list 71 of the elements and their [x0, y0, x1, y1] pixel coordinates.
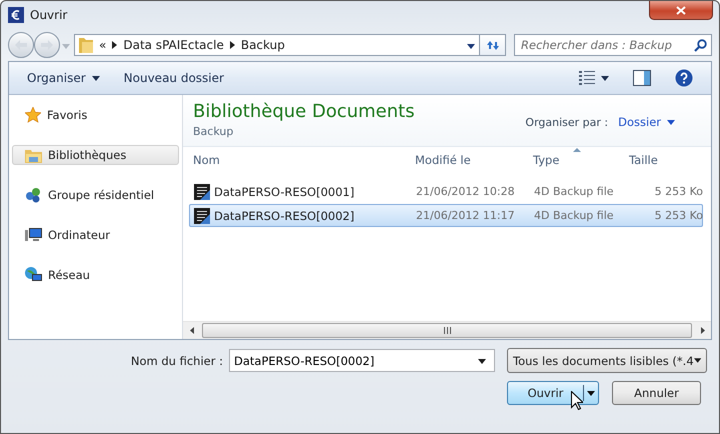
euro-app-icon: [8, 7, 24, 23]
folder-icon: [79, 37, 93, 53]
column-header[interactable]: Nom: [189, 147, 411, 172]
table-cell-text: 5 253 Ko: [654, 185, 704, 198]
column-header[interactable]: Modifié le: [411, 147, 529, 172]
history-caret-icon: [62, 44, 70, 48]
star-icon: [25, 107, 41, 123]
column-header[interactable]: Type: [529, 147, 625, 172]
dialog-button[interactable]: Annuler: [612, 381, 701, 405]
preview-pane-icon: [633, 70, 651, 86]
sidebar-item[interactable]: Ordinateur: [12, 225, 179, 245]
sidebar-item[interactable]: Réseau: [12, 265, 179, 285]
folder-icon: [25, 148, 42, 162]
file-name: DataPERSO-RESO[0002]: [214, 208, 354, 222]
dropdown-caret-icon: [478, 359, 486, 364]
homegroup-icon: [25, 187, 42, 203]
left-arrow-icon: [190, 327, 194, 334]
scroll-thumb[interactable]: [202, 323, 692, 338]
close-button[interactable]: [649, 1, 713, 20]
toolbar-button[interactable]: Organiser: [19, 67, 108, 89]
address-bar[interactable]: « Data sPAIEctacle Backup: [74, 34, 480, 56]
forward-button[interactable]: [34, 32, 60, 58]
caret-icon: [601, 76, 609, 80]
computer-icon: [25, 227, 42, 243]
arrange-by-label: Organiser par :: [525, 116, 608, 128]
filename-label: Nom du fichier :: [130, 354, 223, 368]
breadcrumb[interactable]: Data sPAIEctacle: [123, 38, 224, 52]
table-cell-text: 4D Backup file: [533, 185, 615, 198]
network-icon: [25, 267, 42, 283]
caret-icon: [587, 390, 595, 396]
table-cell-text: 21/06/2012 10:28: [415, 185, 516, 198]
dialog-button[interactable]: Ouvrir: [507, 381, 599, 405]
breadcrumb[interactable]: Backup: [240, 38, 285, 52]
arrange-by-dropdown[interactable]: Dossier: [618, 115, 675, 129]
help-icon: [675, 69, 693, 87]
back-arrow-icon: [15, 40, 27, 50]
file-icon: [194, 208, 210, 224]
cursor-icon: [571, 391, 583, 410]
library-subtitle: Backup: [193, 125, 234, 138]
dropdown-caret-icon: [467, 44, 475, 48]
window-title: Ouvrir: [30, 8, 68, 22]
forward-arrow-icon: [41, 40, 53, 50]
column-header[interactable]: Taille: [625, 147, 705, 172]
chevron-icon: [112, 41, 118, 49]
breadcrumb[interactable]: «: [99, 38, 106, 52]
file-icon: [194, 184, 210, 200]
close-icon: [676, 6, 686, 14]
back-button[interactable]: [8, 32, 34, 58]
filename-field[interactable]: DataPERSO-RESO[0002]: [230, 350, 494, 371]
file-row[interactable]: DataPERSO-RESO[0001] 21/06/2012 10:28 4D Backup file 5 253 Ko: [189, 180, 703, 203]
chevron-icon: [230, 41, 235, 49]
sidebar-item[interactable]: Groupe résidentiel: [12, 185, 179, 205]
horizontal-scrollbar[interactable]: [183, 321, 711, 339]
search-field[interactable]: Rechercher dans : Backup: [514, 34, 712, 56]
table-cell-text: 21/06/2012 11:17: [415, 209, 516, 222]
file-name: DataPERSO-RESO[0001]: [214, 184, 354, 198]
caret-icon: [694, 358, 701, 363]
caret-icon: [667, 120, 675, 124]
grip-icon: [444, 327, 450, 334]
sidebar-item[interactable]: Bibliothèques: [12, 145, 179, 165]
table-cell-text: 4D Backup file: [533, 209, 615, 222]
refresh-icon: [486, 38, 500, 52]
toolbar-button[interactable]: Nouveau dossier: [116, 67, 232, 89]
file-type-dropdown[interactable]: Tous les documents lisibles (*.4: [507, 348, 707, 373]
library-title: Bibliothèque Documents: [193, 101, 416, 122]
list-view-icon: [579, 71, 595, 85]
right-arrow-icon: [700, 327, 704, 334]
caret-icon: [92, 76, 100, 80]
refresh-button[interactable]: [480, 34, 506, 56]
sidebar-item[interactable]: Favoris: [12, 105, 179, 125]
search-icon: [694, 38, 707, 52]
